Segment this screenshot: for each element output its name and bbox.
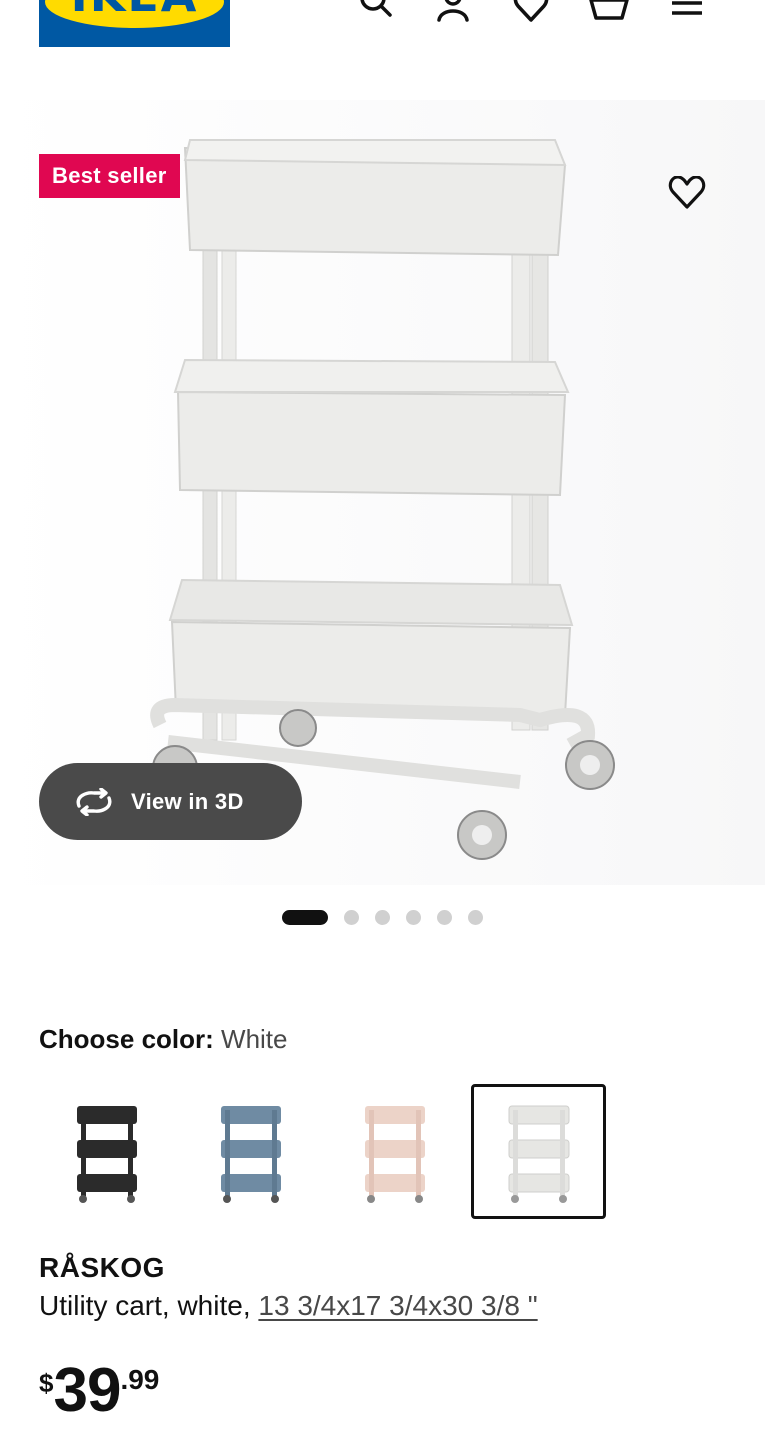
menu-icon[interactable]: [667, 0, 707, 26]
best-seller-badge: Best seller: [39, 154, 180, 198]
cart-thumbnail-pink: [364, 1105, 425, 1203]
color-chooser-label: Choose color:: [39, 1024, 214, 1054]
swatch-white[interactable]: [471, 1084, 606, 1219]
color-chooser: Choose color: White: [39, 1022, 288, 1056]
swatch-black[interactable]: [39, 1084, 174, 1219]
heart-icon: [668, 176, 706, 209]
account-icon[interactable]: [433, 0, 473, 26]
favorites-icon[interactable]: [511, 0, 551, 26]
save-to-favorites-button[interactable]: [664, 170, 710, 216]
swatch-blue[interactable]: [183, 1084, 318, 1219]
product-measurements-link[interactable]: 13 3/4x17 3/4x30 3/8 ": [258, 1290, 537, 1321]
carousel-dot-5[interactable]: [437, 909, 452, 925]
view-in-3d-label: View in 3D: [131, 788, 244, 814]
product-name: RÅSKOG: [39, 1252, 165, 1283]
image-carousel-dots: [282, 909, 483, 925]
price-integer: 39: [53, 1356, 121, 1425]
carousel-dot-1[interactable]: [282, 909, 328, 925]
swatch-pink[interactable]: [327, 1084, 462, 1219]
cart-icon[interactable]: [589, 0, 629, 26]
cart-thumbnail-white: [508, 1105, 569, 1203]
cart-thumbnail-blue: [220, 1105, 281, 1203]
search-icon[interactable]: [355, 0, 395, 26]
cart-thumbnail-black: [76, 1105, 137, 1203]
selected-color-value: White: [221, 1024, 288, 1054]
view-in-3d-button[interactable]: View in 3D: [39, 763, 302, 840]
rotate-3d-icon: [76, 787, 112, 816]
price-decimal: .99: [120, 1364, 160, 1395]
carousel-dot-2[interactable]: [344, 909, 359, 925]
product-price: $ 39 .99: [39, 1360, 159, 1422]
logo-text: IKEA: [39, 0, 230, 22]
carousel-dot-6[interactable]: [468, 909, 483, 925]
carousel-dot-4[interactable]: [406, 909, 421, 925]
price-currency: $: [39, 1368, 54, 1398]
color-swatches: [39, 1084, 606, 1219]
ikea-logo[interactable]: IKEA: [39, 0, 230, 47]
product-type: Utility cart, white,: [39, 1290, 251, 1321]
top-header: IKEA: [0, 0, 765, 60]
carousel-dot-3[interactable]: [375, 909, 390, 925]
product-description: Utility cart, white, 13 3/4x17 3/4x30 3/…: [39, 1290, 538, 1322]
